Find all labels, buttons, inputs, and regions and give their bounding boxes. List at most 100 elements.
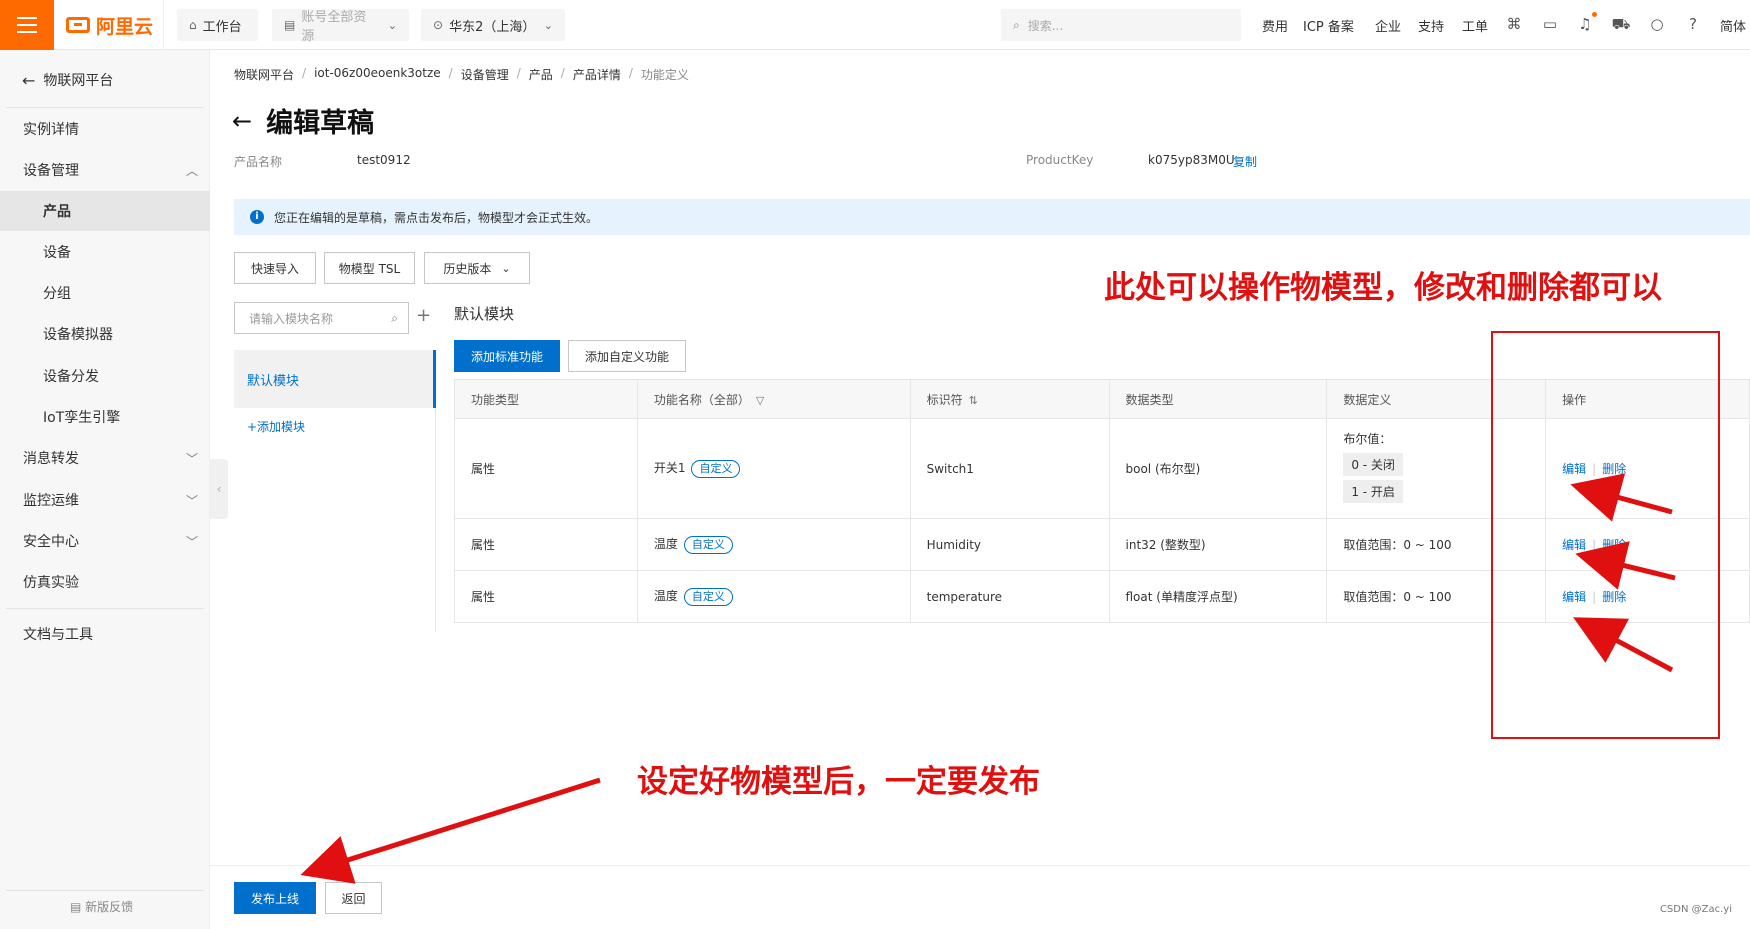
page-title: ← 编辑草稿 — [232, 101, 374, 140]
page-title-text: 编辑草稿 — [266, 108, 375, 139]
sidebar-item-device[interactable]: 设备 — [0, 232, 210, 272]
publish-button[interactable]: 发布上线 — [234, 882, 316, 914]
cell-data-type: bool (布尔型) — [1109, 418, 1328, 519]
custom-tag: 自定义 — [683, 536, 733, 554]
user-menu[interactable]: 简体 — [1720, 16, 1746, 35]
global-search-input[interactable]: ⌕ 搜索... — [1001, 9, 1241, 41]
resource-scope-select[interactable]: ▤ 账号全部资源 ⌄ — [272, 9, 409, 44]
info-icon: i — [250, 210, 264, 224]
workbench-button[interactable]: ⌂ 工作台 — [177, 9, 258, 41]
back-arrow-icon[interactable]: ← — [232, 107, 252, 135]
th-function-name[interactable]: 功能名称（全部） ▽ — [637, 379, 911, 419]
top-bar: 阿里云 ⌂ 工作台 ▤ 账号全部资源 ⌄ ⊙ 华东2（上海） ⌄ ⌕ 搜索...… — [0, 0, 1750, 50]
th-identifier[interactable]: 标识符 ⇅ — [910, 379, 1110, 419]
annotation-bottom-note: 设定好物模型后，一定要发布 — [637, 764, 1040, 800]
cell-identifier: Humidity — [910, 518, 1110, 571]
resource-scope-label: 账号全部资源 — [301, 10, 367, 44]
sidebar-item-iot-twin[interactable]: IoT孪生引擎 — [0, 397, 210, 437]
help-icon[interactable]: ? — [1682, 13, 1704, 35]
nav-support[interactable]: 支持 — [1418, 16, 1444, 35]
add-custom-function-button[interactable]: 添加自定义功能 — [568, 340, 686, 372]
workbench-label: 工作台 — [202, 19, 242, 35]
sidebar-item-device-simulator[interactable]: 设备模拟器 — [0, 314, 210, 354]
module-item-default[interactable]: 默认模块 — [234, 350, 436, 408]
nav-billing[interactable]: 费用 — [1262, 16, 1288, 35]
filter-icon[interactable]: ▽ — [756, 394, 764, 407]
module-search-input[interactable]: 请输入模块名称 ⌕ — [234, 302, 409, 334]
cell-name: 开关1 自定义 — [637, 418, 911, 519]
chevron-left-icon: ‹ — [216, 482, 222, 496]
sidebar-item-device-management[interactable]: 设备管理 ︿ — [0, 150, 210, 190]
cell-identifier: Switch1 — [910, 418, 1110, 519]
region-select[interactable]: ⊙ 华东2（上海） ⌄ — [421, 9, 565, 41]
sidebar-back-link[interactable]: ← 物联网平台 — [22, 70, 113, 90]
sidebar-item-device-distribution[interactable]: 设备分发 — [0, 356, 210, 396]
chevron-down-icon: ﹀ — [185, 534, 198, 549]
add-module-plus-icon[interactable]: + — [416, 305, 431, 326]
sidebar-item-docs-tools[interactable]: 文档与工具 — [0, 614, 210, 654]
sidebar-item-security-center[interactable]: 安全中心 ﹀ — [0, 521, 210, 561]
lightbulb-icon[interactable]: ○ — [1646, 13, 1668, 35]
annotation-top-note: 此处可以操作物模型，修改和删除都可以 — [1104, 270, 1662, 306]
cell-type: 属性 — [454, 570, 638, 623]
sort-icon[interactable]: ⇅ — [969, 394, 978, 407]
back-button[interactable]: 返回 — [325, 882, 382, 914]
breadcrumb-product[interactable]: 产品 — [529, 66, 553, 83]
sidebar: ← 物联网平台 实例详情 设备管理 ︿ 产品 设备 分组 设备模拟器 设备分发 I… — [0, 50, 210, 929]
breadcrumb-current: 功能定义 — [640, 68, 689, 82]
nav-enterprise[interactable]: 企业 — [1375, 16, 1401, 35]
sidebar-item-product[interactable]: 产品 — [0, 191, 210, 231]
bool-value-chip: 1 - 开启 — [1343, 480, 1403, 503]
cell-data-type: int32 (整数型) — [1109, 518, 1328, 571]
feedback-link[interactable]: ▤ 新版反馈 — [70, 898, 133, 915]
cell-identifier: temperature — [910, 570, 1110, 623]
sidebar-item-instance-detail[interactable]: 实例详情 — [0, 109, 210, 149]
cell-type: 属性 — [454, 518, 638, 571]
sidebar-item-group[interactable]: 分组 — [0, 273, 210, 313]
breadcrumb-iot-platform[interactable]: 物联网平台 — [234, 66, 294, 83]
quick-import-button[interactable]: 快速导入 — [234, 252, 316, 284]
home-icon: ⌂ — [189, 18, 197, 32]
breadcrumb-device-management[interactable]: 设备管理 — [461, 66, 509, 83]
aliyun-logo-icon — [66, 17, 90, 33]
nav-icp[interactable]: ICP 备案 — [1303, 16, 1354, 35]
sidebar-item-monitoring[interactable]: 监控运维 ﹀ — [0, 480, 210, 520]
search-placeholder: 搜索... — [1027, 18, 1064, 33]
draft-notice-banner: i 您正在编辑的是草稿，需点击发布后，物模型才会正式生效。 — [234, 199, 1750, 235]
cloud-shell-icon[interactable]: ⌘ — [1503, 13, 1525, 35]
annotation-highlight-box — [1491, 331, 1720, 739]
search-icon: ⌕ — [1013, 17, 1020, 32]
sidebar-item-message-forwarding[interactable]: 消息转发 ﹀ — [0, 438, 210, 478]
cell-name: 温度 自定义 — [637, 518, 911, 571]
chevron-down-icon: ﹀ — [185, 493, 198, 508]
tsl-button[interactable]: 物模型 TSL — [324, 252, 415, 284]
cell-data-type: float (单精度浮点型) — [1109, 570, 1328, 623]
product-name-value: test0912 — [357, 153, 411, 167]
breadcrumb-product-detail[interactable]: 产品详情 — [573, 66, 621, 83]
chevron-down-icon: ﹀ — [185, 451, 198, 466]
terminal-icon[interactable]: ▭ — [1539, 13, 1561, 35]
history-version-select[interactable]: 历史版本 ⌄ — [424, 252, 530, 284]
breadcrumb-instance[interactable]: iot-06z00eoenk3otze — [314, 66, 441, 83]
module-section-title: 默认模块 — [454, 305, 515, 323]
cell-type: 属性 — [454, 418, 638, 519]
add-module-link[interactable]: +添加模块 — [247, 418, 305, 435]
th-function-type: 功能类型 — [454, 379, 638, 419]
sidebar-back-label: 物联网平台 — [43, 73, 114, 89]
logo-text: 阿里云 — [96, 15, 154, 38]
sidebar-collapse-toggle[interactable]: ‹ — [210, 459, 228, 519]
module-search-placeholder: 请输入模块名称 — [249, 311, 334, 326]
hamburger-menu-button[interactable] — [0, 0, 54, 50]
aliyun-logo[interactable]: 阿里云 — [66, 12, 153, 38]
nav-ticket[interactable]: 工单 — [1462, 16, 1488, 35]
module-list: 默认模块 — [234, 350, 436, 632]
draft-notice-text: 您正在编辑的是草稿，需点击发布后，物模型才会正式生效。 — [274, 210, 599, 225]
sidebar-item-simulation[interactable]: 仿真实验 — [0, 562, 210, 602]
search-icon: ⌕ — [391, 310, 398, 325]
add-standard-function-button[interactable]: 添加标准功能 — [454, 340, 560, 372]
cart-icon[interactable]: ⛟ — [1610, 13, 1632, 35]
copy-key-link[interactable]: 复制 — [1233, 153, 1257, 170]
cell-name: 温度 自定义 — [637, 570, 911, 623]
list-icon: ▤ — [284, 18, 296, 32]
chevron-down-icon: ⌄ — [501, 261, 511, 275]
